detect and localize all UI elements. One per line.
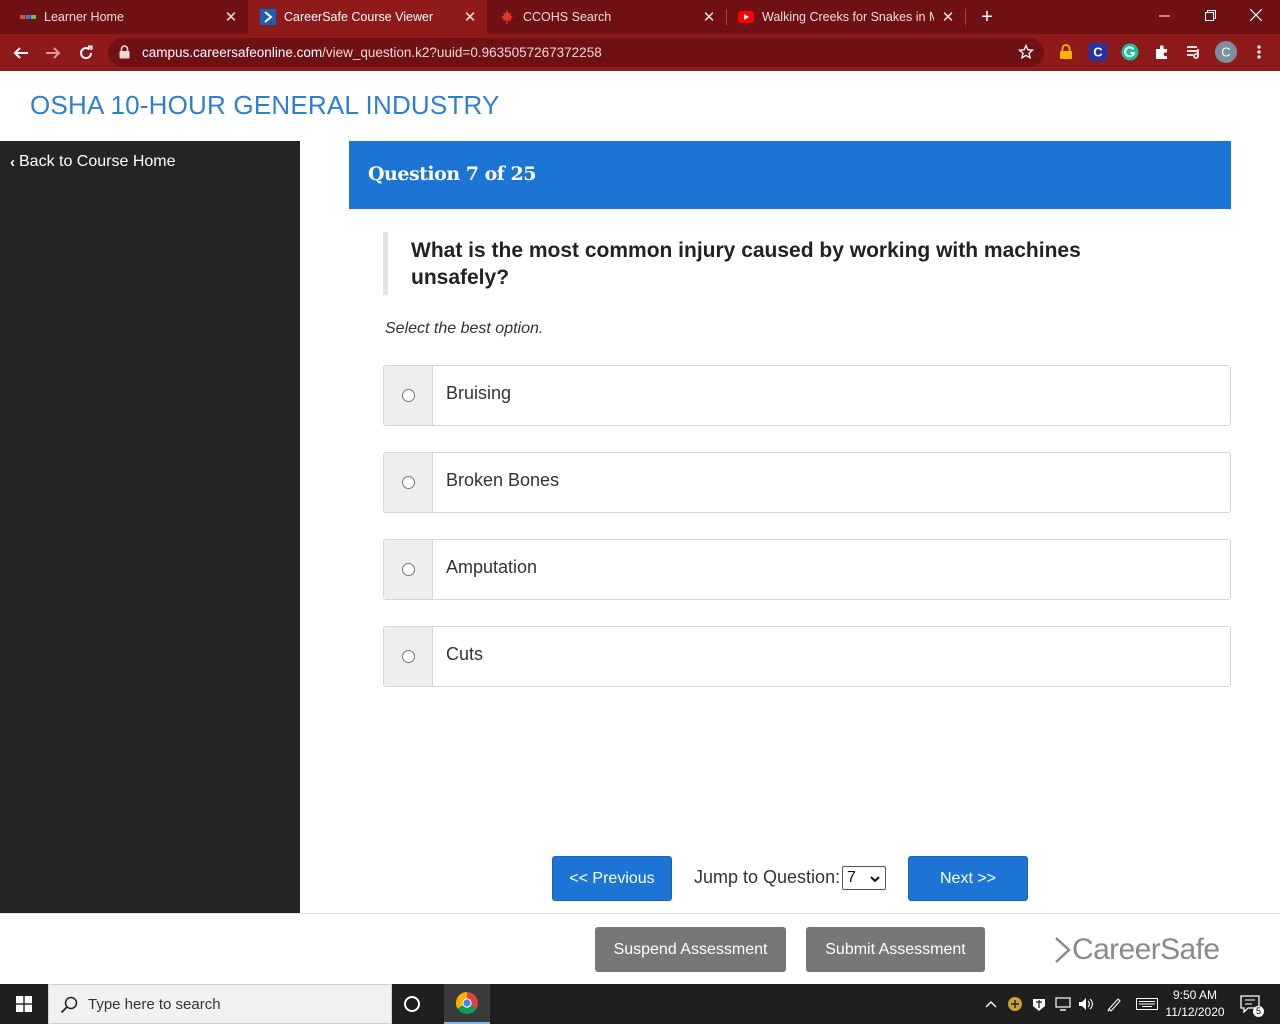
forward-arrow-icon[interactable]: [40, 40, 66, 66]
tab-close-icon[interactable]: ✕: [222, 8, 240, 26]
tab-title: CareerSafe Course Viewer: [284, 10, 434, 24]
taskbar-search-box[interactable]: Type here to search: [48, 984, 392, 1024]
tab-ccohs-search[interactable]: CCOHS Search ✕: [487, 0, 726, 34]
back-arrow-icon[interactable]: [8, 40, 34, 66]
taskbar-clock[interactable]: 9:50 AM 11/12/2020: [1158, 987, 1232, 1021]
restore-icon[interactable]: [1187, 0, 1233, 30]
notifications-icon[interactable]: 5: [1240, 995, 1264, 1017]
address-url: campus.careersafeonline.com/view_questio…: [142, 45, 602, 60]
previous-button[interactable]: << Previous: [552, 856, 672, 901]
cortana-circle-icon[interactable]: [400, 992, 424, 1016]
tab-title: Walking Creeks for Snakes in Me: [762, 10, 934, 24]
option-radio[interactable]: [401, 563, 415, 576]
browser-tab-strip: Learner Home ✕ CareerSafe Course Viewer …: [0, 0, 1280, 34]
windows-taskbar: Type here to search 9:50 AM 11/12/2020 5: [0, 984, 1280, 1024]
tab-careersafe-course-viewer[interactable]: CareerSafe Course Viewer ✕: [248, 0, 487, 34]
svg-text:C: C: [1221, 45, 1230, 60]
suspend-assessment-button[interactable]: Suspend Assessment: [595, 927, 786, 972]
question-number: Question 7 of 25: [368, 163, 536, 185]
option-radio-cell[interactable]: [384, 540, 433, 599]
option-radio-cell[interactable]: [384, 627, 433, 686]
tray-security-icon[interactable]: [1030, 995, 1048, 1013]
browser-menu-icon[interactable]: [1250, 43, 1268, 61]
clock-date: 11/12/2020: [1165, 1005, 1225, 1019]
careersafe-favicon-icon: [260, 9, 276, 25]
answer-option-bruising[interactable]: Bruising: [383, 365, 1231, 426]
footer-divider: [0, 913, 1280, 914]
tab-learner-home[interactable]: Learner Home ✕: [0, 0, 248, 34]
tray-pen-icon[interactable]: [1105, 995, 1123, 1013]
option-radio[interactable]: [401, 476, 415, 489]
tab-title: Learner Home: [44, 10, 124, 24]
careersafe-logo: CareerSafe: [1054, 933, 1220, 967]
next-button[interactable]: Next >>: [908, 856, 1028, 901]
reload-icon[interactable]: [73, 40, 99, 66]
grammarly-extension-icon[interactable]: [1121, 43, 1139, 61]
tab-close-icon[interactable]: ✕: [461, 8, 479, 26]
notification-count-badge: 5: [1253, 1006, 1264, 1017]
close-window-icon[interactable]: [1233, 0, 1279, 30]
media-queue-icon[interactable]: [1185, 43, 1203, 61]
tab-title: CCOHS Search: [523, 10, 612, 24]
jump-select-value: 7: [847, 869, 856, 886]
new-tab-plus-icon[interactable]: +: [976, 6, 998, 28]
question-text: What is the most common injury caused by…: [411, 239, 1081, 289]
youtube-favicon-icon: [738, 9, 754, 25]
lock-icon: [119, 45, 130, 64]
option-radio-cell[interactable]: [384, 453, 433, 512]
taskbar-search-placeholder: Type here to search: [88, 996, 221, 1013]
extensions-puzzle-icon[interactable]: [1153, 43, 1171, 61]
clock-time: 9:50 AM: [1172, 988, 1218, 1002]
tray-keyboard-icon[interactable]: [1136, 995, 1158, 1013]
question-block: What is the most common injury caused by…: [383, 232, 1163, 295]
url-host: campus.careersafeonline.com: [142, 45, 323, 60]
maple-leaf-favicon-icon: [499, 9, 515, 25]
url-path: /view_question.k2?uuid=0.963505726737225…: [322, 45, 602, 60]
option-label: Amputation: [446, 557, 538, 577]
browser-toolbar: campus.careersafeonline.com/view_questio…: [0, 34, 1280, 71]
address-bar[interactable]: campus.careersafeonline.com/view_questio…: [108, 38, 1044, 67]
chevron-left-icon: ‹: [10, 153, 15, 171]
option-radio[interactable]: [401, 650, 415, 663]
submit-assessment-button[interactable]: Submit Assessment: [806, 927, 985, 972]
careersafe-chevron-icon: [1055, 937, 1071, 963]
bookmark-star-icon[interactable]: [1017, 43, 1035, 65]
chrome-taskbar-icon[interactable]: [444, 984, 490, 1024]
tray-shield-icon[interactable]: [1006, 995, 1024, 1013]
sidebar: [0, 141, 300, 914]
learner-home-favicon-icon: [20, 9, 36, 25]
c-extension-icon[interactable]: C: [1089, 43, 1107, 61]
site-title: OSHA 10-HOUR GENERAL INDUSTRY: [30, 90, 500, 120]
answer-option-cuts[interactable]: Cuts: [383, 626, 1231, 687]
answer-option-broken-bones[interactable]: Broken Bones: [383, 452, 1231, 513]
brand-name: CareerSafe: [1072, 933, 1220, 966]
minimize-icon[interactable]: [1141, 0, 1187, 30]
profile-avatar[interactable]: C: [1215, 41, 1237, 63]
question-header: Question 7 of 25: [349, 141, 1231, 209]
answer-option-amputation[interactable]: Amputation: [383, 539, 1231, 600]
tab-close-icon[interactable]: ✕: [939, 8, 957, 26]
tray-network-icon[interactable]: [1054, 995, 1072, 1013]
tray-chevron-up-icon[interactable]: [982, 995, 1000, 1013]
windows-start-icon[interactable]: [0, 984, 48, 1024]
svg-text:C: C: [1093, 45, 1103, 60]
tray-volume-icon[interactable]: [1077, 995, 1095, 1013]
option-label: Bruising: [446, 383, 512, 403]
back-to-course-home-link[interactable]: ‹ Back to Course Home: [10, 153, 176, 171]
chevron-down-icon: [870, 872, 880, 890]
jump-to-question-label: Jump to Question:: [694, 867, 841, 887]
option-radio[interactable]: [401, 389, 415, 402]
jump-to-question-select[interactable]: 7: [842, 866, 886, 890]
tab-close-icon[interactable]: ✕: [700, 8, 718, 26]
option-radio-cell[interactable]: [384, 366, 433, 425]
password-lock-extension-icon[interactable]: [1057, 43, 1075, 61]
search-icon: [60, 996, 78, 1019]
option-label: Broken Bones: [446, 470, 560, 490]
answer-instruction: Select the best option.: [385, 320, 544, 337]
tab-separator: [965, 9, 966, 25]
tab-youtube-video[interactable]: Walking Creeks for Snakes in Me ✕: [727, 0, 965, 34]
back-link-label: Back to Course Home: [19, 153, 176, 170]
option-label: Cuts: [446, 644, 484, 664]
